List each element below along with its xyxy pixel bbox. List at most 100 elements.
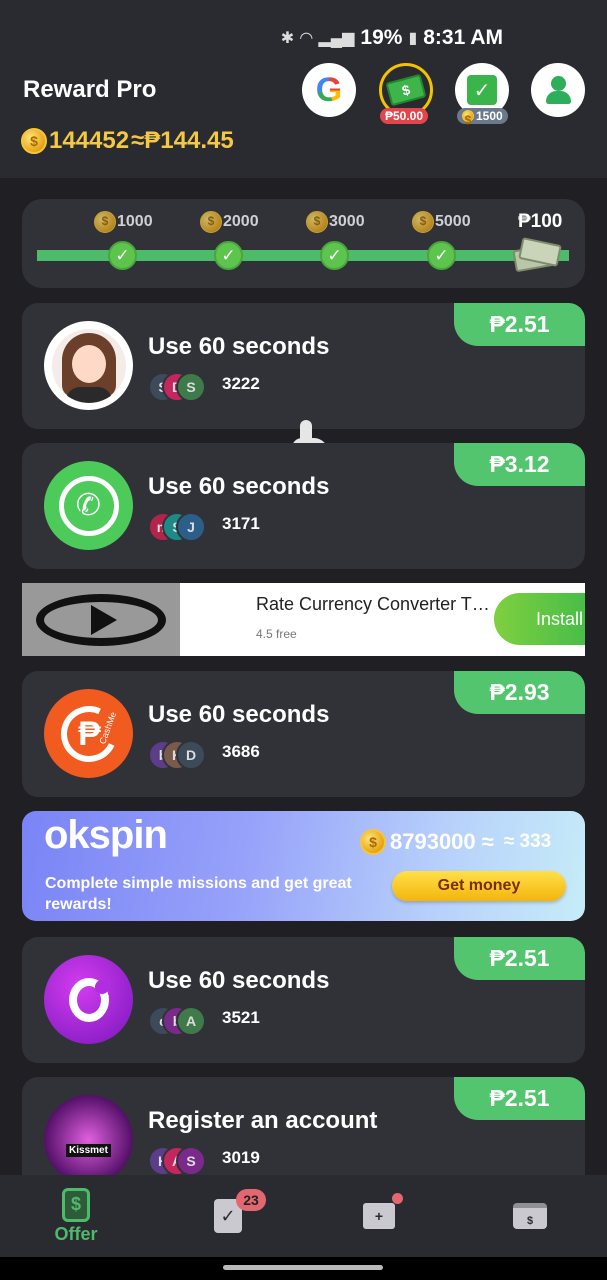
user-icon <box>543 74 573 106</box>
status-bar: ✱ ◠ ▂▄▆ 19% ▮ 8:31 AM <box>281 26 503 50</box>
okspin-rate: ≈ 333 <box>503 831 552 852</box>
app-logo-icon <box>68 977 109 1022</box>
notification-dot <box>392 1193 403 1204</box>
coin-amount: 144452 <box>49 127 130 154</box>
avatar: A <box>176 1006 206 1036</box>
offer-title: Use 60 seconds <box>148 473 330 500</box>
milestone-label: 2000 <box>200 211 259 233</box>
wifi-icon: ◠ <box>300 30 313 47</box>
participant-count: 3019 <box>222 1148 260 1167</box>
participant-avatars: b K D <box>148 740 208 770</box>
check-icon: ✓ <box>108 241 137 270</box>
offer-card[interactable]: ₱ CashMe Use 60 seconds b K D 3686 ₱2.93 <box>22 671 585 797</box>
peso-equivalent: ≈₱144.45 <box>131 127 234 154</box>
offer-app-logo: Kissmet <box>44 1095 133 1184</box>
nav-offer-label: Offer <box>54 1223 98 1244</box>
okspin-logo: okspin <box>44 813 168 857</box>
coin-icon <box>306 211 328 233</box>
cash-stack-icon: $ <box>385 73 427 107</box>
coin-icon <box>200 211 222 233</box>
coin-icon <box>21 128 47 154</box>
nav-wallet-tab[interactable]: $ <box>500 1175 560 1257</box>
nav-offer-tab[interactable]: $ Offer <box>46 1175 106 1257</box>
offer-title: Use 60 seconds <box>148 333 330 360</box>
play-icon <box>36 593 166 646</box>
battery-percent: 19% <box>360 26 403 49</box>
okspin-amount: 8793000 ≈ <box>390 829 494 854</box>
checkin-badge: 1500 <box>457 108 508 124</box>
girl-avatar-icon <box>51 328 126 403</box>
participant-avatars: S D S <box>148 372 208 402</box>
calendar-check-icon: ✓ <box>467 75 497 105</box>
reward-badge: ₱3.12 <box>454 443 585 486</box>
google-login-button[interactable]: G <box>302 63 356 117</box>
okspin-reward: 8793000 ≈ ≈ 333 <box>360 829 551 855</box>
wallet-icon: $ <box>513 1203 547 1229</box>
milestone-label: 3000 <box>306 211 365 233</box>
offer-app-logo: ₱ CashMe <box>44 689 133 778</box>
app-header: ✱ ◠ ▂▄▆ 19% ▮ 8:31 AM Reward Pro 144452 … <box>0 0 607 178</box>
bottom-navigation: $ Offer ✓ 23 + $ <box>0 1175 607 1257</box>
nav-tasks-tab[interactable]: ✓ <box>198 1175 258 1257</box>
reward-badge: ₱2.51 <box>454 937 585 980</box>
okspin-description: Complete simple missions and get great r… <box>45 875 352 913</box>
offer-app-logo <box>44 955 133 1044</box>
avatar: S <box>176 1146 206 1176</box>
offer-card[interactable]: Use 60 seconds S D S 3222 ₱2.51 <box>22 303 585 429</box>
signal-icon: ▂▄▆ <box>318 30 355 47</box>
participant-count: 3222 <box>222 374 260 393</box>
ad-thumbnail <box>22 583 180 656</box>
clock: 8:31 AM <box>423 26 503 49</box>
participant-avatars: m S J <box>148 512 208 542</box>
cashme-icon: ₱ <box>52 697 125 770</box>
participant-avatars: c b A <box>148 1006 208 1036</box>
coin-icon <box>360 829 386 855</box>
offer-title: Use 60 seconds <box>148 701 330 728</box>
offer-title: Use 60 seconds <box>148 967 330 994</box>
check-icon: ✓ <box>320 241 349 270</box>
cash-reward-badge: ₱50.00 <box>380 108 429 124</box>
battery-icon: ▮ <box>408 30 418 47</box>
profile-button[interactable] <box>531 63 585 117</box>
mail-icon: + <box>363 1203 395 1229</box>
reward-badge: ₱2.93 <box>454 671 585 714</box>
coin-icon <box>462 110 474 122</box>
coin-icon <box>94 211 116 233</box>
checkin-badge-value: 1500 <box>476 109 503 123</box>
offer-dollar-icon: $ <box>62 1187 90 1222</box>
coin-balance: 144452 ≈₱144.45 <box>21 127 234 155</box>
avatar: J <box>176 512 206 542</box>
money-stack-icon <box>512 237 562 273</box>
coin-icon <box>412 211 434 233</box>
milestone-progress: 1000 2000 3000 5000 ₱100 ✓ ✓ ✓ ✓ <box>22 199 585 288</box>
google-icon: G <box>315 70 343 109</box>
reward-badge: ₱2.51 <box>454 1077 585 1120</box>
avatar: S <box>176 372 206 402</box>
offer-card[interactable]: Use 60 seconds c b A 3521 ₱2.51 <box>22 937 585 1063</box>
ad-install-button[interactable]: Install <box>494 593 585 645</box>
okspin-promo-banner[interactable]: okspin 8793000 ≈ ≈ 333 Complete simple m… <box>22 811 585 921</box>
offer-card[interactable]: ✆ Use 60 seconds m S J 3171 ₱3.12 <box>22 443 585 569</box>
whatsapp-icon: ✆ <box>58 475 119 536</box>
get-money-button[interactable]: Get money <box>392 871 566 901</box>
milestone-label: 5000 <box>412 211 471 233</box>
ad-subtitle: 4.5 free <box>256 627 297 641</box>
kissmet-logo-text: Kissmet <box>66 1144 111 1157</box>
offer-app-logo <box>44 321 133 410</box>
home-gesture-bar[interactable] <box>223 1265 383 1270</box>
bluetooth-icon: ✱ <box>280 30 295 47</box>
tasks-count-badge: 23 <box>236 1189 266 1211</box>
offer-app-logo: ✆ <box>44 461 133 550</box>
ad-banner[interactable]: Rate Currency Converter T… 4.5 free Inst… <box>22 583 585 656</box>
ad-title: Rate Currency Converter T… <box>256 594 490 614</box>
app-title: Reward Pro <box>23 76 157 103</box>
participant-count: 3521 <box>222 1008 260 1027</box>
nav-inbox-tab[interactable]: + <box>349 1175 409 1257</box>
reward-badge: ₱2.51 <box>454 303 585 346</box>
check-icon: ✓ <box>427 241 456 270</box>
milestone-final-label: ₱100 <box>518 211 563 232</box>
avatar: D <box>176 740 206 770</box>
offer-title: Register an account <box>148 1107 378 1134</box>
milestone-label: 1000 <box>94 211 153 233</box>
participant-count: 3686 <box>222 742 260 761</box>
